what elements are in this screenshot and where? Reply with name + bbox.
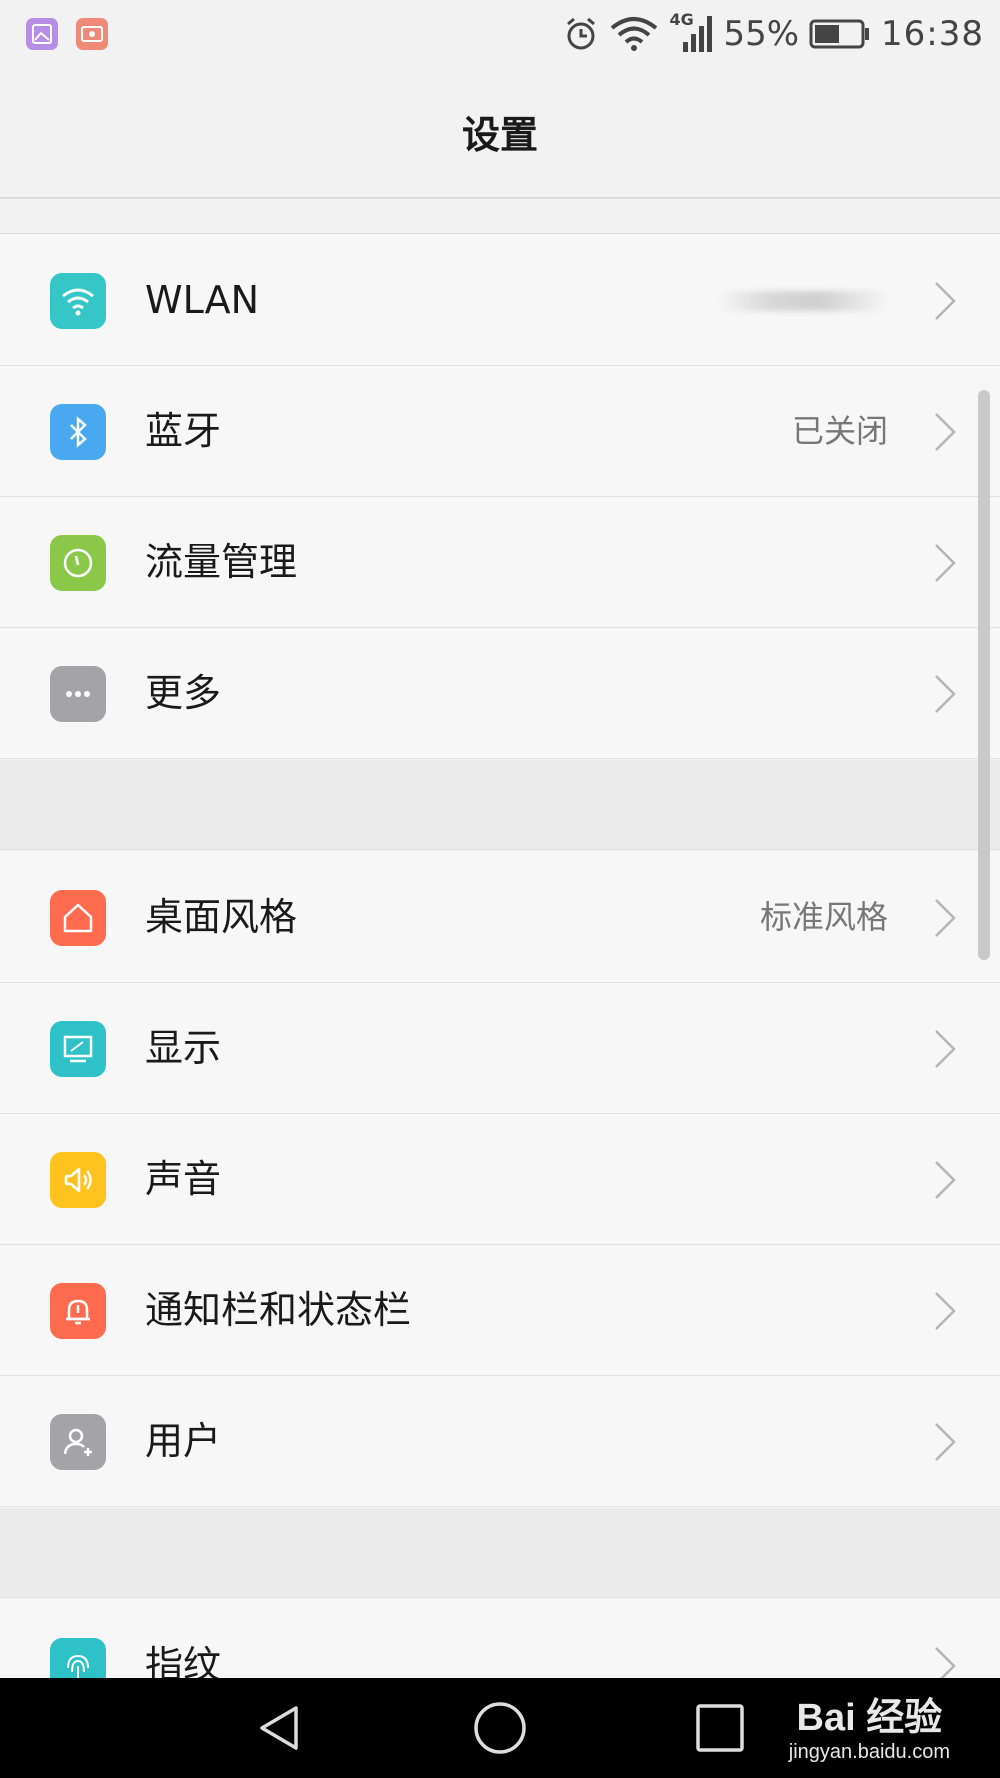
signal-icon: 4G	[669, 10, 713, 54]
chevron-right-icon	[935, 1292, 956, 1330]
settings-item-data-usage[interactable]: 流量管理	[0, 497, 1000, 628]
settings-item-display[interactable]: 显示	[0, 983, 1000, 1114]
home-button[interactable]	[472, 1700, 528, 1756]
watermark: Bai 经验 jingyan.baidu.com	[789, 1686, 950, 1764]
chevron-right-icon	[935, 282, 956, 320]
settings-item-value: 已关闭	[791, 412, 888, 450]
wifi-icon	[611, 17, 658, 51]
settings-item-bluetooth[interactable]: 蓝牙 已关闭	[0, 366, 1000, 497]
clock: 16:38	[881, 14, 984, 54]
settings-item-more[interactable]: 更多	[0, 628, 1000, 759]
chevron-right-icon	[935, 675, 956, 713]
title-bar: 设置	[0, 66, 1000, 199]
more-icon	[50, 666, 106, 722]
wifi-icon	[50, 273, 106, 329]
settings-item-wlan[interactable]: WLAN	[0, 235, 1000, 366]
bell-icon	[50, 1283, 106, 1339]
settings-item-label: 桌面风格	[145, 895, 298, 939]
speaker-icon	[50, 1152, 106, 1208]
screen-record-app-icon	[76, 18, 108, 50]
gauge-icon	[50, 535, 106, 591]
settings-item-label: 更多	[145, 671, 222, 715]
settings-item-label: 声音	[145, 1157, 222, 1201]
scrollbar[interactable]	[978, 390, 990, 960]
settings-item-notifications[interactable]: 通知栏和状态栏	[0, 1245, 1000, 1376]
bluetooth-icon	[50, 404, 106, 460]
battery-percent: 55%	[723, 14, 800, 54]
chevron-right-icon	[935, 413, 956, 451]
display-icon	[50, 1021, 106, 1077]
chevron-right-icon	[935, 1423, 956, 1461]
settings-item-label: 用户	[145, 1419, 222, 1463]
settings-item-label: 显示	[145, 1026, 222, 1070]
settings-item-label: 流量管理	[145, 540, 298, 584]
settings-item-sound[interactable]: 声音	[0, 1114, 1000, 1245]
chevron-right-icon	[935, 544, 956, 582]
status-bar: 4G 55% 16:38	[0, 0, 1000, 66]
settings-item-value: 标准风格	[759, 898, 888, 936]
gallery-app-icon	[26, 18, 58, 50]
settings-item-label: WLAN	[145, 278, 260, 322]
chevron-right-icon	[935, 1161, 956, 1199]
recents-button[interactable]	[692, 1700, 748, 1756]
user-icon	[50, 1414, 106, 1470]
back-button[interactable]	[252, 1700, 308, 1756]
home-icon	[50, 890, 106, 946]
section-divider	[0, 1508, 1000, 1598]
watermark-brand: Bai 经验	[796, 1697, 943, 1739]
page-title: 设置	[461, 113, 538, 157]
alarm-icon	[567, 17, 596, 50]
chevron-right-icon	[935, 1030, 956, 1068]
section-divider	[0, 760, 1000, 850]
battery-icon	[809, 19, 870, 49]
settings-item-home-style[interactable]: 桌面风格 标准风格	[0, 852, 1000, 983]
settings-item-label: 通知栏和状态栏	[145, 1288, 412, 1332]
top-divider-strip	[0, 200, 1000, 234]
blurred-network-name	[718, 291, 888, 311]
watermark-url: jingyan.baidu.com	[788, 1741, 950, 1763]
chevron-right-icon	[935, 899, 956, 937]
settings-item-label: 蓝牙	[145, 409, 222, 453]
settings-item-users[interactable]: 用户	[0, 1376, 1000, 1507]
